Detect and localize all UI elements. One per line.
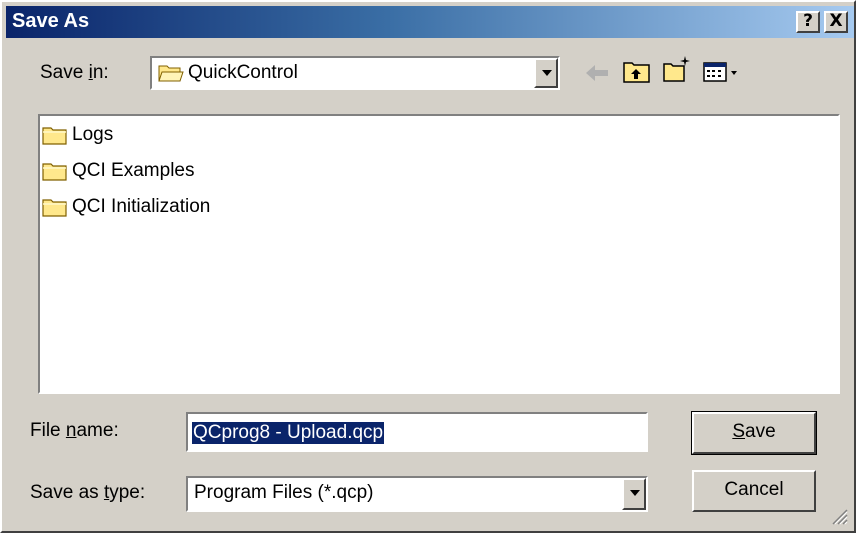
save-in-label: Save in: — [40, 62, 109, 83]
file-name-value: QCprog8 - Upload.qcp — [192, 422, 385, 444]
save-as-type-dropdown-button[interactable] — [622, 478, 646, 510]
folder-icon — [42, 163, 67, 181]
chevron-down-icon — [542, 70, 552, 76]
save-as-type-label: Save as type: — [30, 482, 146, 503]
file-name-label: File name: — [30, 420, 119, 441]
list-item[interactable]: QCI Initialization — [42, 194, 210, 220]
file-name: QCI Initialization — [72, 196, 211, 217]
save-in-value: QuickControl — [188, 62, 298, 83]
view-menu-icon[interactable] — [702, 58, 742, 88]
cancel-button[interactable]: Cancel — [692, 470, 816, 512]
folder-icon — [42, 127, 67, 145]
resize-grip-icon[interactable] — [830, 507, 848, 525]
help-button[interactable]: ? — [796, 11, 820, 33]
window-title: Save As — [12, 10, 90, 32]
list-item[interactable]: Logs — [42, 122, 113, 148]
new-folder-icon[interactable] — [662, 54, 692, 84]
save-in-dropdown[interactable]: QuickControl — [150, 56, 560, 90]
save-in-dropdown-button[interactable] — [534, 58, 558, 88]
open-folder-icon — [158, 65, 184, 82]
file-name: Logs — [72, 124, 114, 145]
chevron-down-icon — [630, 490, 640, 496]
close-button[interactable]: X — [824, 11, 848, 33]
save-as-type-value: Program Files (*.qcp) — [194, 482, 374, 503]
back-arrow-icon[interactable] — [582, 58, 612, 88]
title-bar[interactable]: Save As ? X — [6, 6, 854, 38]
list-item[interactable]: QCI Examples — [42, 158, 194, 184]
save-as-dialog: Save As ? X Save in: QuickControl Logs Q… — [0, 0, 856, 533]
folder-icon — [42, 199, 67, 217]
up-folder-icon[interactable] — [622, 56, 652, 86]
save-button[interactable]: Save — [691, 411, 817, 455]
file-name: QCI Examples — [72, 160, 195, 181]
file-list[interactable]: Logs QCI Examples QCI Initialization — [38, 114, 840, 394]
file-name-input[interactable]: QCprog8 - Upload.qcp — [186, 412, 648, 452]
save-as-type-dropdown[interactable]: Program Files (*.qcp) — [186, 476, 648, 512]
